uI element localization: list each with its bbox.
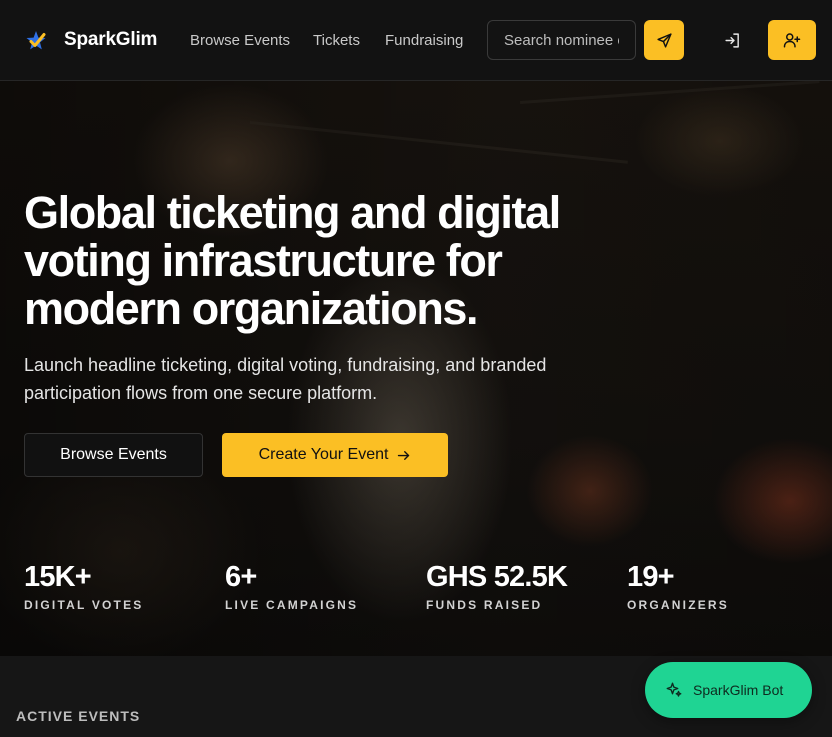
chatbot-label: SparkGlim Bot	[693, 682, 784, 698]
hero-section: Global ticketing and digital voting infr…	[0, 81, 832, 656]
login-icon	[724, 32, 739, 48]
nav-link-tickets[interactable]: Tickets	[313, 32, 360, 49]
browse-events-button[interactable]: Browse Events	[24, 433, 203, 477]
stat-organizers: 19+ ORGANIZERS	[627, 561, 729, 612]
signup-button[interactable]	[768, 20, 816, 60]
stat-label: DIGITAL VOTES	[24, 598, 144, 612]
stat-value: 19+	[627, 561, 675, 593]
sparkles-icon	[666, 682, 682, 697]
send-icon	[656, 32, 672, 48]
create-event-label: Create Your Event	[258, 446, 389, 463]
stat-value: 15K+	[24, 561, 92, 593]
stat-funds-raised: GHS 52.5K FUNDS RAISED	[426, 561, 568, 612]
browse-events-label: Browse Events	[60, 446, 167, 463]
nav-link-fundraising[interactable]: Fundraising	[385, 32, 463, 49]
hero-headline: Global ticketing and digital voting infr…	[24, 187, 561, 334]
chatbot-button[interactable]: SparkGlim Bot	[645, 662, 812, 718]
user-plus-icon	[783, 33, 801, 48]
stat-label: LIVE CAMPAIGNS	[225, 598, 359, 612]
active-events-heading: ACTIVE EVENTS	[16, 708, 141, 724]
stat-value: GHS 52.5K	[426, 561, 568, 593]
create-event-button[interactable]: Create Your Event	[222, 433, 448, 477]
top-navbar: SparkGlim Browse Events Tickets Fundrais…	[0, 0, 832, 81]
stat-value: 6+	[225, 561, 257, 593]
search-input[interactable]	[487, 20, 636, 60]
stat-label: FUNDS RAISED	[426, 598, 543, 612]
hero-subtext: Launch headline ticketing, digital votin…	[24, 355, 547, 403]
nav-link-browse-events[interactable]: Browse Events	[190, 32, 290, 49]
brand-name[interactable]: SparkGlim	[64, 29, 157, 51]
arrow-right-icon	[398, 450, 410, 460]
sparkglim-logo-icon[interactable]	[24, 29, 48, 53]
stat-digital-votes: 15K+ DIGITAL VOTES	[24, 561, 144, 612]
stat-live-campaigns: 6+ LIVE CAMPAIGNS	[225, 561, 358, 612]
stat-label: ORGANIZERS	[627, 598, 730, 612]
login-button[interactable]	[712, 20, 752, 60]
search-submit-button[interactable]	[644, 20, 684, 60]
